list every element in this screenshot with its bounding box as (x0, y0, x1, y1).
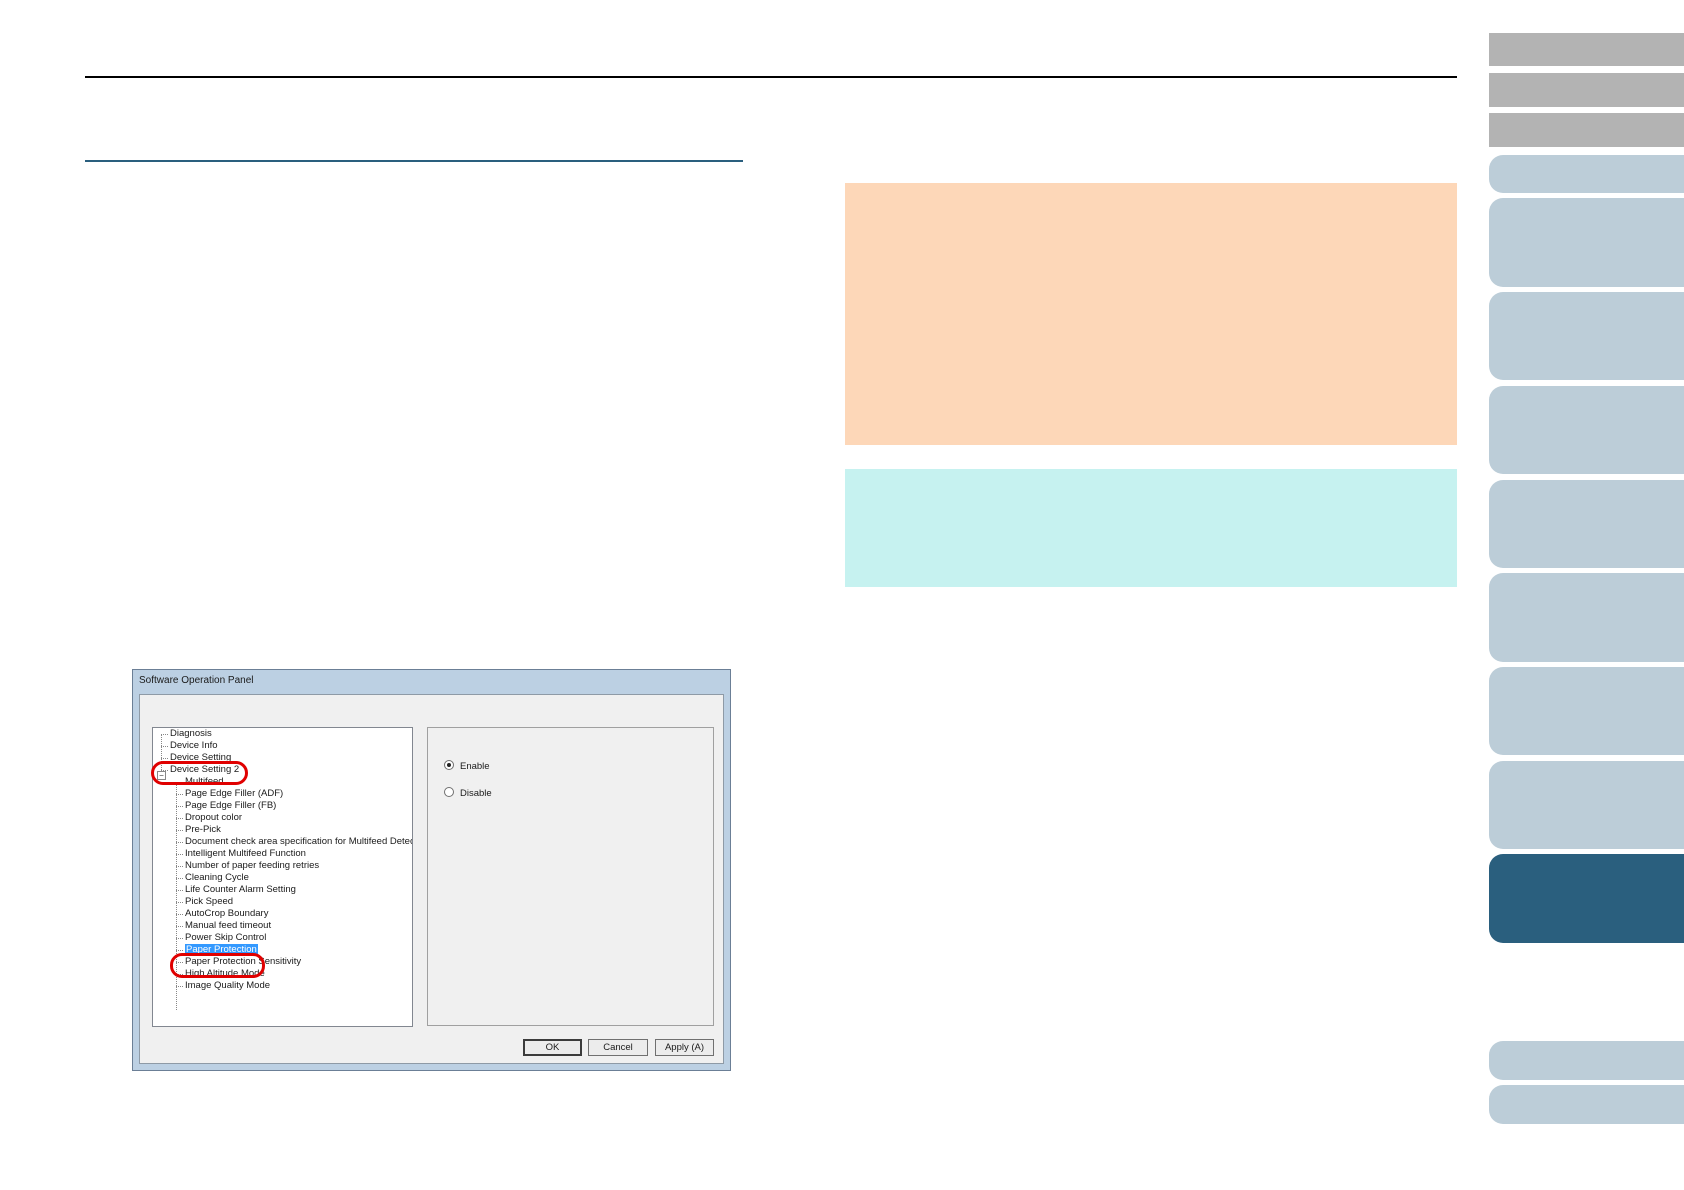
nav-tab-chapter-1[interactable] (1489, 198, 1684, 287)
nav-tab-contents[interactable] (1489, 73, 1684, 107)
tree-item-paper-feeding-retries[interactable]: Number of paper feeding retries (175, 860, 319, 872)
nav-tab-chapter-3[interactable] (1489, 386, 1684, 474)
tree-item-cleaning-cycle[interactable]: Cleaning Cycle (176, 872, 249, 884)
nav-tab-chapter-2[interactable] (1489, 292, 1684, 380)
hint-box (845, 469, 1457, 587)
nav-tab-chapter-5[interactable] (1489, 573, 1684, 662)
disable-radio[interactable] (444, 787, 454, 797)
apply-button[interactable]: Apply (A) (655, 1039, 714, 1056)
attention-box (845, 183, 1457, 445)
nav-tab-chapter-8-active[interactable] (1489, 854, 1684, 943)
nav-tab-chapter-4[interactable] (1489, 480, 1684, 568)
nav-tab-appendix[interactable] (1489, 1041, 1684, 1080)
tree-item-diagnosis[interactable]: Diagnosis (161, 728, 212, 740)
highlight-device-setting-2 (151, 761, 248, 785)
nav-tab-chapter-6[interactable] (1489, 667, 1684, 755)
tree-item-life-counter-alarm[interactable]: Life Counter Alarm Setting (176, 884, 296, 896)
dialog-title: Software Operation Panel (139, 675, 254, 686)
tree-item-page-edge-filler-adf[interactable]: Page Edge Filler (ADF) (175, 788, 283, 800)
nav-tab-introduction[interactable] (1489, 155, 1684, 193)
top-rule (85, 76, 1457, 78)
enable-label: Enable (460, 761, 490, 772)
tree-item-intelligent-multifeed[interactable]: Intelligent Multifeed Function (176, 848, 306, 860)
tree-item-page-edge-filler-fb[interactable]: Page Edge Filler (FB) (175, 800, 276, 812)
tree-item-manual-feed-timeout[interactable]: Manual feed timeout (175, 920, 271, 932)
cancel-button[interactable]: Cancel (588, 1039, 648, 1056)
tree-item-autocrop-boundary[interactable]: AutoCrop Boundary (175, 908, 268, 920)
settings-panel: Enable Disable (427, 727, 714, 1026)
tree-item-document-check-area[interactable]: Document check area specification for Mu… (175, 836, 412, 848)
nav-tab-glossary[interactable] (1489, 1085, 1684, 1124)
enable-radio[interactable] (444, 760, 454, 770)
dialog-client-area: − Diagnosis Device Info Device Setting D… (139, 694, 724, 1064)
tree-item-image-quality-mode[interactable]: Image Quality Mode (175, 980, 270, 992)
nav-tab-chapter-7[interactable] (1489, 761, 1684, 849)
software-operation-panel-dialog: Software Operation Panel − Diagnosis Dev… (132, 669, 731, 1071)
tree-item-device-info[interactable]: Device Info (161, 740, 218, 752)
disable-label: Disable (460, 788, 492, 799)
enable-option[interactable]: Enable (444, 760, 490, 772)
nav-tab-index[interactable] (1489, 113, 1684, 147)
ok-button[interactable]: OK (523, 1039, 582, 1056)
highlight-paper-protection (170, 953, 265, 978)
tree-item-pick-speed[interactable]: Pick Speed (175, 896, 233, 908)
tree-item-dropout-color[interactable]: Dropout color (175, 812, 242, 824)
nav-tab-top[interactable] (1489, 33, 1684, 66)
tree-item-power-skip-control[interactable]: Power Skip Control (175, 932, 266, 944)
tree-item-pre-pick[interactable]: Pre-Pick (176, 824, 221, 836)
section-heading-rule (85, 160, 743, 162)
disable-option[interactable]: Disable (444, 787, 492, 799)
